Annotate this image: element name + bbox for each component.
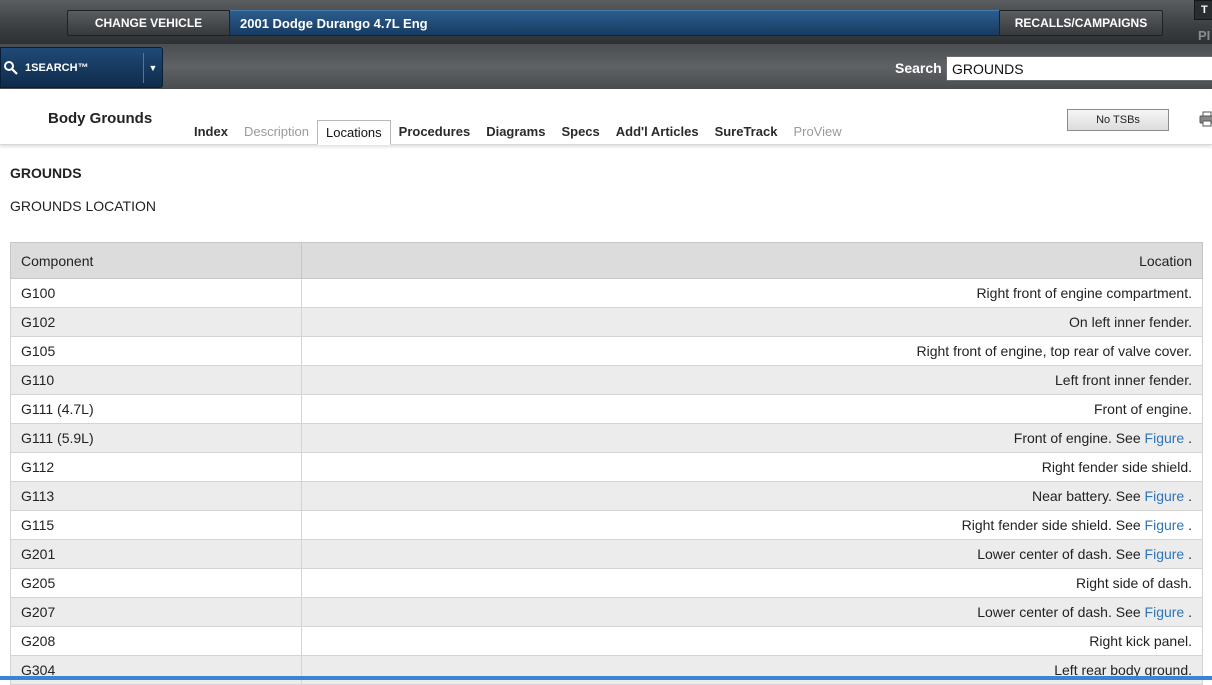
grounds-table: Component Location G100 Right front of en…	[10, 242, 1203, 685]
location-text: On left inner fender.	[1069, 314, 1192, 330]
search-input[interactable]	[946, 56, 1212, 81]
location-text: Near battery. See	[1031, 488, 1145, 504]
taskbar-strip	[0, 676, 1212, 680]
table-row: G115 Right fender side shield. See Figure…	[10, 510, 1203, 540]
cell-location: Lower center of dash. See Figure .	[301, 597, 1203, 627]
table-row: G105 Right front of engine, top rear of v…	[10, 336, 1203, 366]
cell-location: Right front of engine, top rear of valve…	[301, 336, 1203, 366]
recalls-campaigns-button[interactable]: RECALLS/CAMPAIGNS	[999, 10, 1163, 36]
cell-component: G201	[10, 539, 302, 569]
cell-location: Right front of engine compartment.	[301, 278, 1203, 308]
figure-link[interactable]: Figure	[1145, 430, 1185, 446]
table-row: G207 Lower center of dash. See Figure .	[10, 597, 1203, 627]
location-text: Right front of engine, top rear of valve…	[916, 343, 1193, 359]
cell-location: Right kick panel.	[301, 626, 1203, 656]
cell-component: G304	[10, 655, 302, 685]
period: .	[1184, 488, 1192, 504]
cell-component: G110	[10, 365, 302, 395]
cell-component: G208	[10, 626, 302, 656]
content-subheading: GROUNDS LOCATION	[10, 198, 156, 214]
section-title: Body Grounds	[48, 110, 153, 127]
cell-component: G102	[10, 307, 302, 337]
figure-link[interactable]: Figure	[1145, 517, 1185, 533]
tab-addl-articles[interactable]: Add'l Articles	[608, 120, 707, 145]
table-row: G102 On left inner fender.	[10, 307, 1203, 337]
location-text: Right fender side shield. See	[961, 517, 1145, 533]
table-row: G111 (4.7L) Front of engine.	[10, 394, 1203, 424]
period: .	[1184, 517, 1192, 533]
table-row: G208 Right kick panel.	[10, 626, 1203, 656]
vehicle-title: 2001 Dodge Durango 4.7L Eng	[230, 10, 1000, 36]
table-row: G100 Right front of engine compartment.	[10, 278, 1203, 308]
figure-link[interactable]: Figure	[1145, 604, 1185, 620]
table-row: G304 Left rear body ground.	[10, 655, 1203, 685]
cell-location: On left inner fender.	[301, 307, 1203, 337]
cell-location: Front of engine.	[301, 394, 1203, 424]
onesearch-button[interactable]: 1SEARCH™ ▼	[0, 47, 163, 88]
table-row: G113 Near battery. See Figure .	[10, 481, 1203, 511]
cell-component: G100	[10, 278, 302, 308]
tab-index[interactable]: Index	[186, 120, 236, 145]
location-text: Right side of dash.	[1076, 575, 1192, 591]
caret-down-icon[interactable]: ▼	[144, 63, 162, 73]
cell-location: Near battery. See Figure .	[301, 481, 1203, 511]
cell-component: G205	[10, 568, 302, 598]
cell-component: G115	[10, 510, 302, 540]
table-header-row: Component Location	[10, 242, 1203, 279]
content-heading: GROUNDS	[10, 165, 82, 181]
table-row: G111 (5.9L) Front of engine. See Figure .	[10, 423, 1203, 453]
column-header-component: Component	[10, 242, 302, 279]
table-body: G100 Right front of engine compartment. G1…	[10, 278, 1203, 685]
no-tsbs-button[interactable]: No TSBs	[1067, 109, 1169, 131]
period: .	[1184, 430, 1192, 446]
cell-location: Right side of dash.	[301, 568, 1203, 598]
location-text: Lower center of dash. See	[977, 604, 1145, 620]
cell-component: G111 (4.7L)	[10, 394, 302, 424]
location-text: Left front inner fender.	[1055, 372, 1192, 388]
corner-text: PI	[1198, 28, 1211, 43]
content-area: GROUNDS GROUNDS LOCATION Component Locat…	[0, 146, 1212, 685]
search-label: Search	[895, 60, 942, 76]
tab-proview: ProView	[793, 124, 842, 139]
cell-component: G113	[10, 481, 302, 511]
printer-icon[interactable]	[1199, 111, 1212, 127]
magnifier-icon	[1, 60, 21, 75]
change-vehicle-button[interactable]: CHANGE VEHICLE	[67, 10, 230, 36]
tab-diagrams[interactable]: Diagrams	[478, 120, 553, 145]
period: .	[1184, 546, 1192, 562]
figure-link[interactable]: Figure	[1145, 546, 1185, 562]
cell-component: G105	[10, 336, 302, 366]
tab-specs[interactable]: Specs	[553, 120, 607, 145]
tab-procedures[interactable]: Procedures	[391, 120, 479, 145]
cell-component: G111 (5.9L)	[10, 423, 302, 453]
cell-location: Left rear body ground.	[301, 655, 1203, 685]
tab-bar: Index Description Locations Procedures D…	[186, 120, 850, 145]
location-text: Right front of engine compartment.	[976, 285, 1192, 301]
column-header-location: Location	[301, 242, 1203, 279]
location-text: Front of engine.	[1093, 401, 1192, 417]
cell-location: Left front inner fender.	[301, 365, 1203, 395]
tab-locations[interactable]: Locations	[317, 120, 391, 145]
cell-location: Right fender side shield.	[301, 452, 1203, 482]
cell-location: Lower center of dash. See Figure .	[301, 539, 1203, 569]
tab-suretrack[interactable]: SureTrack	[707, 120, 786, 145]
location-text: Lower center of dash. See	[977, 546, 1145, 562]
cell-component: G112	[10, 452, 302, 482]
table-row: G205 Right side of dash.	[10, 568, 1203, 598]
table-row: G112 Right fender side shield.	[10, 452, 1203, 482]
cell-location: Front of engine. See Figure .	[301, 423, 1203, 453]
table-row: G201 Lower center of dash. See Figure .	[10, 539, 1203, 569]
corner-button[interactable]: T	[1194, 0, 1212, 20]
location-text: Right fender side shield.	[1041, 459, 1192, 475]
onesearch-label: 1SEARCH™	[25, 61, 89, 74]
cell-component: G207	[10, 597, 302, 627]
cell-location: Right fender side shield. See Figure .	[301, 510, 1203, 540]
tab-description: Description	[243, 124, 309, 139]
period: .	[1184, 604, 1192, 620]
figure-link[interactable]: Figure	[1145, 488, 1185, 504]
table-row: G110 Left front inner fender.	[10, 365, 1203, 395]
location-text: Right kick panel.	[1089, 633, 1192, 649]
location-text: Front of engine. See	[1013, 430, 1145, 446]
